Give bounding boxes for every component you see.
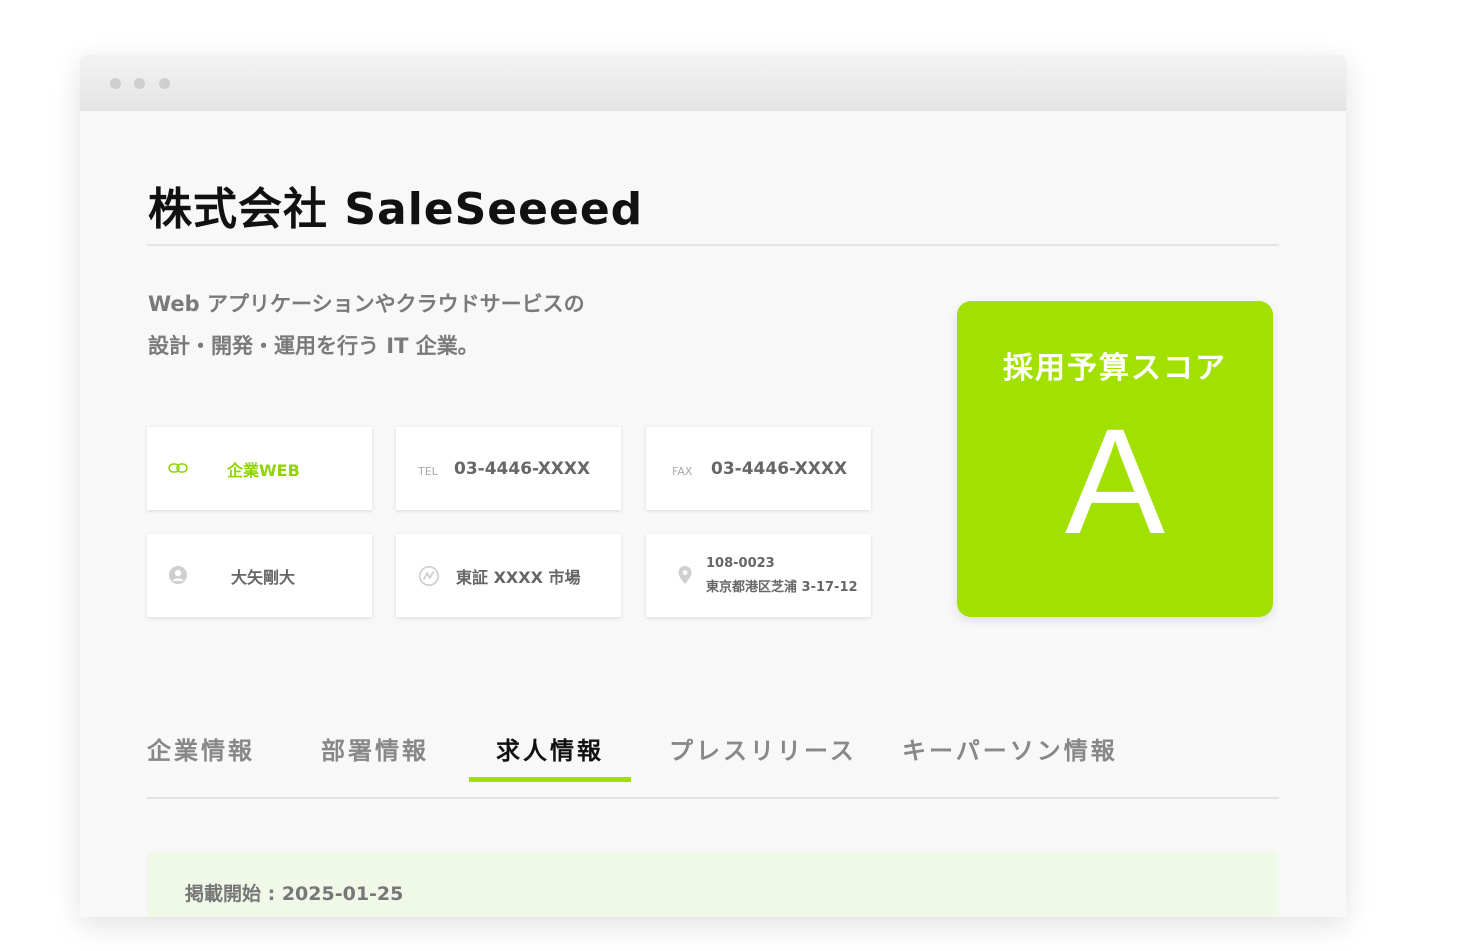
score-grade: A <box>1064 397 1166 565</box>
tab-job-info[interactable]: 求人情報 <box>496 731 604 766</box>
ceo-name: 大矢剛大 <box>231 568 296 587</box>
fax-card: FAX 03-4446-XXXX <box>646 427 871 510</box>
tel-prefix: TEL <box>418 465 438 478</box>
window-control-dot[interactable] <box>110 78 121 89</box>
posting-start-date: 掲載開始 : 2025-01-25 <box>185 883 404 905</box>
job-posting-panel: 掲載開始 : 2025-01-25 <box>147 851 1279 917</box>
tel-card: TEL 03-4446-XXXX <box>396 427 621 510</box>
active-tab-indicator <box>469 777 631 782</box>
website-card[interactable]: 企業WEB <box>147 427 372 510</box>
fax-value: 03-4446-XXXX <box>711 459 848 479</box>
website-link[interactable]: 企業WEB <box>227 457 300 481</box>
link-icon <box>167 457 189 479</box>
window-control-dot[interactable] <box>159 78 170 89</box>
tab-department-info[interactable]: 部署情報 <box>321 731 429 766</box>
tab-bar: 企業情報 部署情報 求人情報 プレスリリース キーパーソン情報 <box>147 727 1279 799</box>
fax-prefix: FAX <box>672 465 693 478</box>
tab-company-info[interactable]: 企業情報 <box>147 731 255 766</box>
street-address: 東京都港区芝浦 3-17-12 <box>706 580 858 595</box>
postal-code: 108-0023 <box>706 556 775 571</box>
recruitment-budget-score: 採用予算スコア A <box>957 301 1273 617</box>
market-value: 東証 XXXX 市場 <box>456 568 581 587</box>
description-line: 設計・開発・運用を行う IT 企業。 <box>148 334 479 358</box>
description-line: Web アプリケーションやクラウドサービスの <box>148 292 585 316</box>
tab-press-release[interactable]: プレスリリース <box>669 731 857 766</box>
ceo-card: 大矢剛大 <box>147 534 372 617</box>
stock-chart-icon <box>418 565 440 587</box>
company-name: 株式会社 SaleSeeeed <box>148 184 644 235</box>
company-description: Web アプリケーションやクラウドサービスの 設計・開発・運用を行う IT 企業… <box>148 283 585 367</box>
tab-key-person-info[interactable]: キーパーソン情報 <box>902 731 1118 766</box>
divider <box>147 244 1279 246</box>
window-titlebar <box>80 55 1346 111</box>
divider <box>147 797 1279 799</box>
score-title: 採用予算スコア <box>1003 351 1227 386</box>
tel-value: 03-4446-XXXX <box>454 459 591 479</box>
window-control-dot[interactable] <box>134 78 145 89</box>
person-icon <box>167 564 189 586</box>
browser-window: 株式会社 SaleSeeeed Web アプリケーションやクラウドサービスの 設… <box>80 55 1346 917</box>
address-card: 108-0023 東京都港区芝浦 3-17-12 <box>646 534 871 617</box>
market-card: 東証 XXXX 市場 <box>396 534 621 617</box>
location-pin-icon <box>674 564 696 586</box>
